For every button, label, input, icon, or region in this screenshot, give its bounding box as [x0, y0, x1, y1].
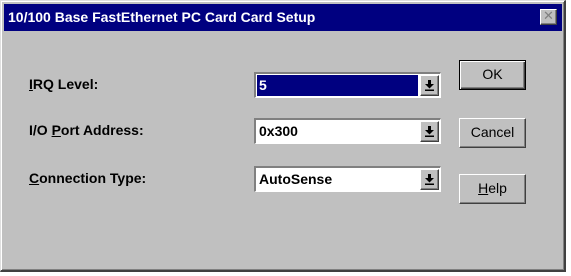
connection-type-select[interactable]: AutoSense [254, 166, 441, 192]
dropdown-arrow-icon [425, 174, 434, 185]
io-port-address-select[interactable]: 0x300 [254, 118, 441, 144]
io-port-address-dropdown-button[interactable] [420, 121, 439, 142]
close-button[interactable]: ✕ [540, 9, 557, 25]
irq-level-select[interactable]: 5 [254, 72, 441, 98]
irq-level-value: 5 [259, 77, 267, 93]
dropdown-arrow-icon [425, 80, 434, 91]
cancel-button[interactable]: Cancel [459, 118, 526, 148]
io-port-address-label: I/O Port Address: [29, 122, 144, 138]
close-icon: ✕ [543, 9, 554, 24]
ok-button[interactable]: OK [459, 60, 526, 90]
window-title: 10/100 Base FastEthernet PC Card Card Se… [8, 9, 316, 25]
irq-level-dropdown-button[interactable] [420, 75, 439, 96]
help-button[interactable]: Help [459, 174, 526, 204]
connection-type-label: Connection Type: [29, 170, 147, 186]
dropdown-arrow-icon [425, 126, 434, 137]
connection-type-value: AutoSense [259, 171, 333, 187]
connection-type-dropdown-button[interactable] [420, 169, 439, 190]
setup-dialog: 10/100 Base FastEthernet PC Card Card Se… [0, 0, 566, 272]
io-port-address-value: 0x300 [259, 123, 298, 139]
title-bar[interactable]: 10/100 Base FastEthernet PC Card Card Se… [4, 4, 562, 31]
irq-level-label: IRQ Level: [29, 76, 99, 92]
